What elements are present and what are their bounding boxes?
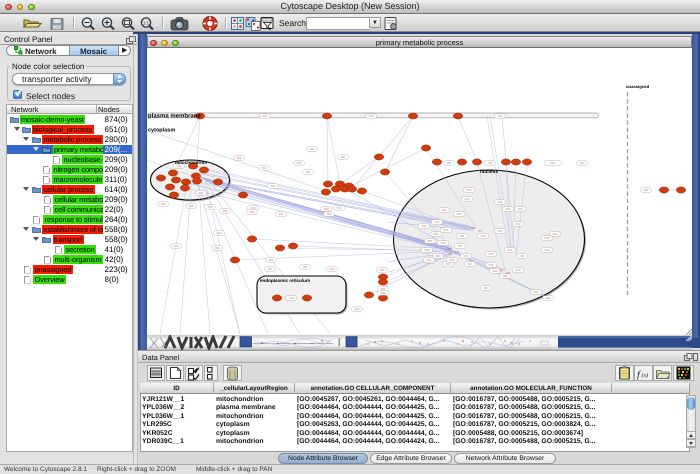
svg-text:1:1: 1:1 bbox=[143, 21, 150, 26]
svg-text:(x): (x) bbox=[642, 372, 649, 379]
